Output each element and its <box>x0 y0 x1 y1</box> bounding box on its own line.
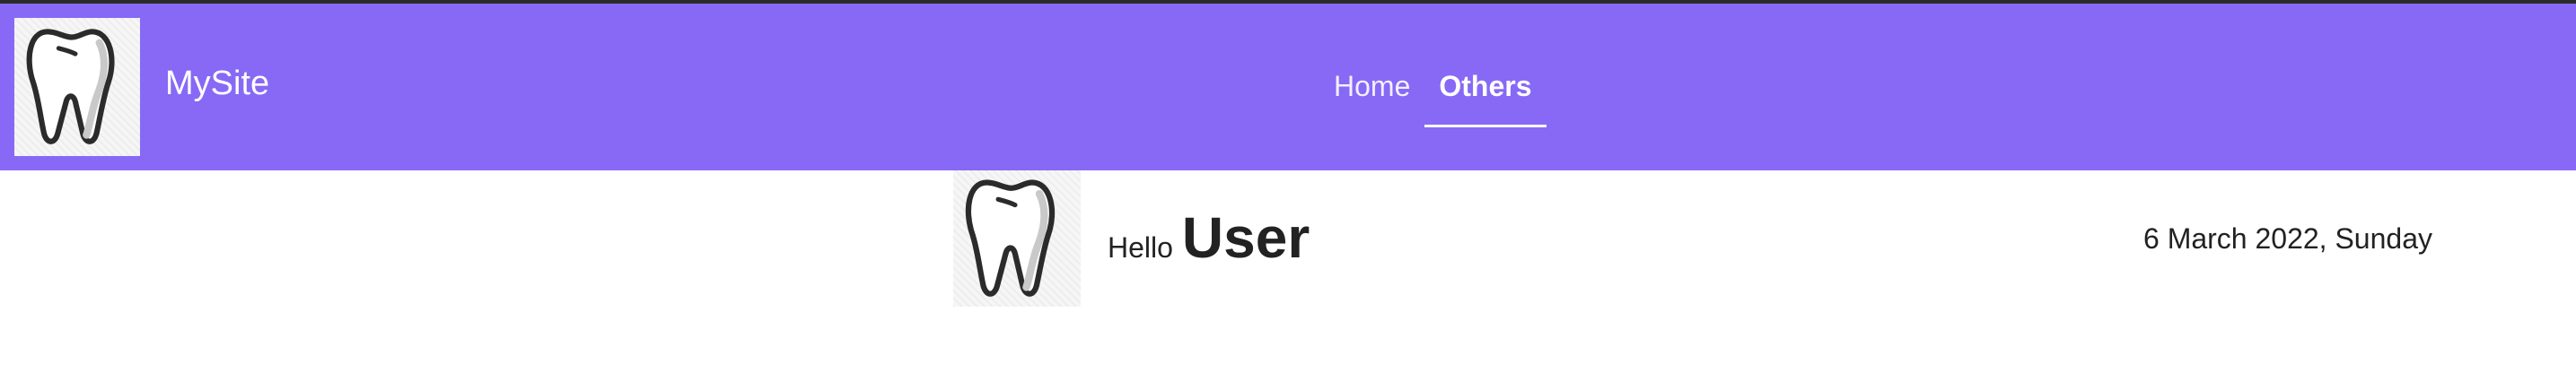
site-logo[interactable] <box>14 18 140 156</box>
greeting: Hello User <box>1108 204 1310 271</box>
user-avatar <box>953 170 1081 307</box>
greeting-username: User <box>1181 205 1310 270</box>
greeting-hello: Hello <box>1108 231 1173 264</box>
main-nav: Home Others <box>1319 66 1546 129</box>
tooth-icon <box>20 21 135 154</box>
site-name[interactable]: MySite <box>165 65 269 103</box>
tooth-icon <box>959 171 1075 307</box>
site-header: MySite Home Others <box>0 4 2576 170</box>
nav-home[interactable]: Home <box>1319 66 1424 127</box>
current-date: 6 March 2022, Sunday <box>2143 222 2432 255</box>
nav-others[interactable]: Others <box>1424 66 1546 127</box>
